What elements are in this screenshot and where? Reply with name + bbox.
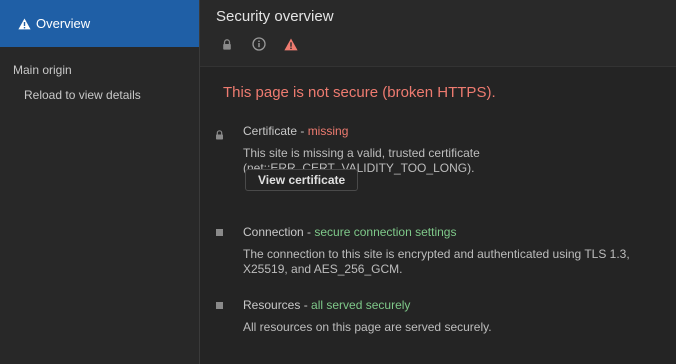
connection-status: secure connection settings (314, 225, 457, 239)
connection-description: The connection to this site is encrypted… (243, 247, 630, 276)
security-summary: This page is not secure (broken HTTPS). (223, 84, 496, 101)
lock-icon[interactable] (220, 37, 234, 51)
resources-description: All resources on this page are served se… (243, 320, 492, 334)
sidebar-item-reload[interactable]: Reload to view details (24, 88, 141, 102)
main-content: This page is not secure (broken HTTPS). … (200, 67, 676, 364)
lock-icon (215, 127, 223, 140)
certificate-status: missing (307, 124, 349, 138)
page-title: Security overview (216, 8, 334, 25)
view-certificate-button[interactable]: View certificate (245, 169, 359, 191)
sidebar: Overview Main origin Reload to view deta… (0, 0, 200, 364)
warning-icon[interactable] (284, 37, 298, 51)
square-bullet-icon (215, 228, 223, 236)
resources-title: Resources - all served securely (243, 298, 410, 312)
connection-title: Connection - secure connection settings (243, 225, 456, 239)
header: Security overview (200, 0, 676, 67)
warning-icon (17, 17, 31, 31)
security-state-icons (220, 37, 316, 51)
info-icon[interactable] (252, 37, 266, 51)
sidebar-section-main-origin: Main origin (13, 63, 72, 77)
connection-label: Connection - (243, 225, 315, 239)
sidebar-item-overview[interactable]: Overview (0, 0, 199, 47)
certificate-title: Certificate - missing (243, 124, 348, 138)
square-bullet-icon (215, 301, 223, 309)
resources-status: all served securely (311, 298, 411, 312)
resources-label: Resources - (243, 298, 312, 312)
certificate-label: Certificate - (243, 124, 308, 138)
sidebar-item-label: Overview (36, 16, 91, 31)
security-panel: Overview Main origin Reload to view deta… (0, 0, 676, 364)
